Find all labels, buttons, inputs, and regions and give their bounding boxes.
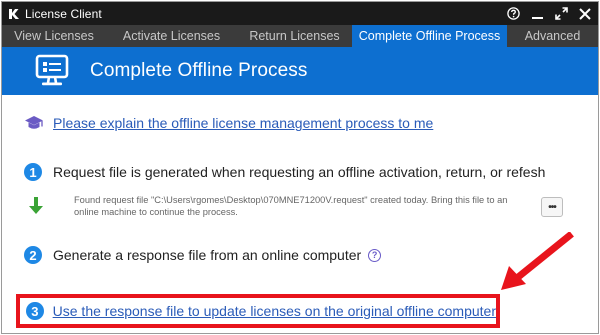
red-annotation-arrow-icon <box>501 232 574 290</box>
step-3-number: 3 <box>26 302 44 320</box>
close-icon[interactable] <box>578 7 592 21</box>
tab-return-licenses[interactable]: Return Licenses <box>237 25 352 47</box>
page-header: Complete Offline Process <box>2 47 598 95</box>
offline-process-help-link[interactable]: Please explain the offline license manag… <box>53 115 433 131</box>
step-3-highlight: 3 Use the response file to update licens… <box>16 294 500 328</box>
step-2-number: 2 <box>24 246 42 264</box>
app-logo-icon <box>8 8 20 20</box>
maximize-icon[interactable] <box>554 7 568 21</box>
help-link-row: Please explain the offline license manag… <box>24 114 433 132</box>
window-title: License Client <box>25 6 102 21</box>
request-file-info: Found request file "C:\Users\rgomes\Desk… <box>74 195 508 217</box>
title-bar: License Client <box>2 2 598 25</box>
monitor-icon <box>34 54 70 88</box>
help-icon[interactable] <box>506 7 520 21</box>
step-1: 1 Request file is generated when request… <box>24 163 545 181</box>
graduation-cap-icon <box>24 114 44 132</box>
tab-bar: View Licenses Activate Licenses Return L… <box>2 25 598 47</box>
download-arrow-icon <box>28 196 44 216</box>
minimize-icon[interactable] <box>530 7 544 21</box>
tab-view-licenses[interactable]: View Licenses <box>2 25 106 47</box>
license-client-window: License Client View Licenses Activate Li… <box>1 1 599 334</box>
step-1-number: 1 <box>24 163 42 181</box>
window-controls <box>506 2 592 25</box>
main-content: Please explain the offline license manag… <box>2 95 598 333</box>
page-title: Complete Offline Process <box>90 60 308 81</box>
step-2: 2 Generate a response file from an onlin… <box>24 246 382 264</box>
request-file-row: Found request file "C:\Users\rgomes\Desk… <box>28 193 568 223</box>
step-1-text: Request file is generated when requestin… <box>53 164 546 180</box>
more-options-button[interactable]: ••• <box>541 197 563 217</box>
tab-complete-offline-process[interactable]: Complete Offline Process <box>352 25 507 47</box>
use-response-file-link[interactable]: Use the response file to update licenses… <box>53 303 496 319</box>
tab-advanced[interactable]: Advanced <box>507 25 598 47</box>
more-options-label: ••• <box>548 201 556 213</box>
tab-activate-licenses[interactable]: Activate Licenses <box>106 25 237 47</box>
info-question-icon[interactable]: ? <box>368 248 382 262</box>
step-2-text: Generate a response file from an online … <box>53 247 362 263</box>
